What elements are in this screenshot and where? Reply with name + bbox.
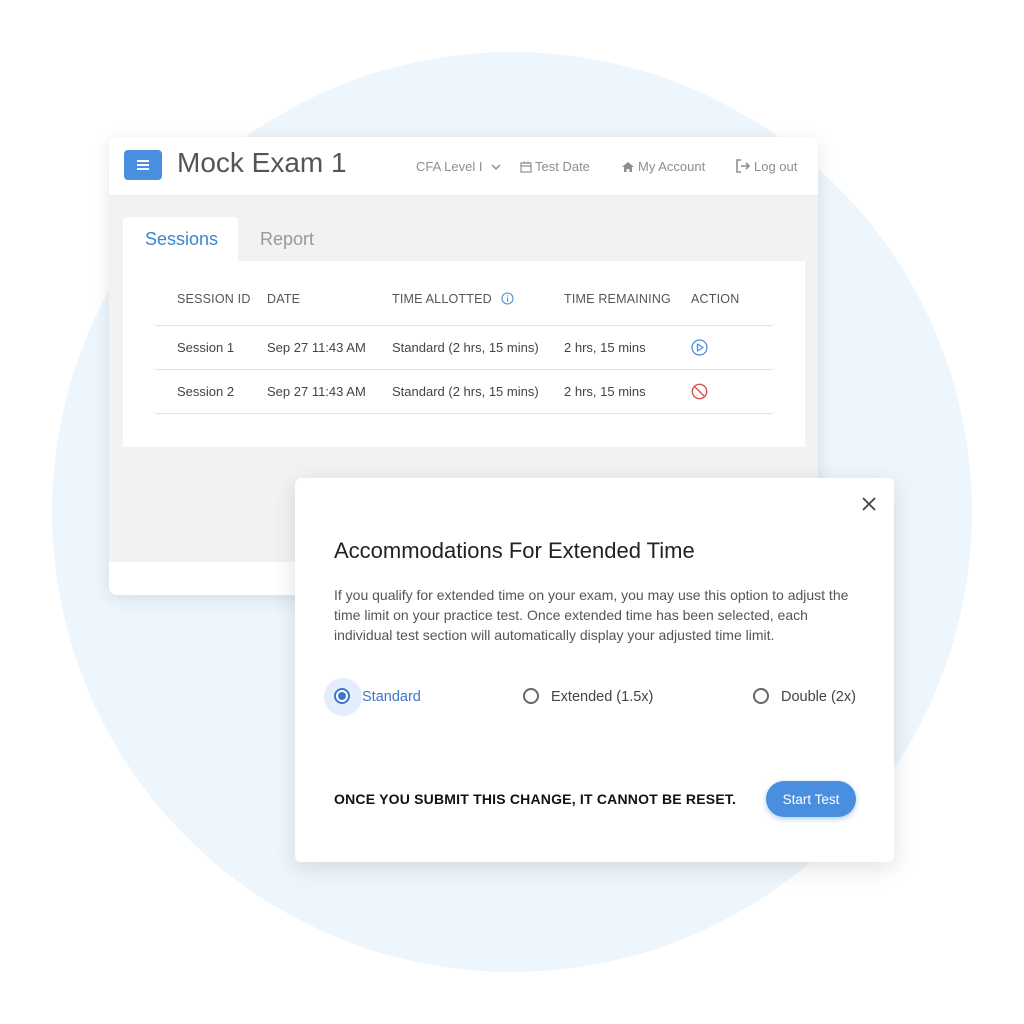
row-divider [155,413,773,414]
play-circle-icon[interactable] [691,339,708,356]
my-account-link[interactable]: My Account [621,159,705,174]
my-account-label: My Account [638,159,706,174]
top-bar: Mock Exam 1 CFA Level I Test Date My Acc… [109,137,818,195]
menu-button[interactable] [124,150,162,180]
chevron-down-icon [491,164,501,171]
column-header: TIME REMAINING [564,292,671,306]
column-header-label: TIME ALLOTTED [392,292,492,306]
column-header-time-allotted: TIME ALLOTTED [392,292,514,306]
start-test-button[interactable]: Start Test [766,781,856,817]
no-entry-icon [691,383,708,400]
radio-button [523,688,539,704]
calendar-icon [520,161,532,173]
radio-label: Extended (1.5x) [551,689,654,705]
modal-description: If you qualify for extended time on your… [334,587,849,643]
logout-label: Log out [754,159,798,174]
time-remaining-cell: 2 hrs, 15 mins [564,384,646,399]
info-icon[interactable] [500,292,514,305]
row-divider [155,325,773,326]
sessions-panel: SESSION ID DATE TIME ALLOTTED TIME REMAI… [123,261,805,447]
tab-sessions[interactable]: Sessions [123,217,238,261]
date-cell: Sep 27 11:43 AM [267,340,366,355]
modal-title: Accommodations For Extended Time [334,538,695,563]
level-dropdown-label: CFA Level I [416,159,483,174]
test-date-link[interactable]: Test Date [520,159,590,174]
radio-label: Double (2x) [781,689,856,705]
column-header: SESSION ID [177,292,251,306]
session-id-cell: Session 1 [177,340,235,355]
radio-label: Standard [362,689,421,705]
column-header: ACTION [691,292,740,306]
column-header: DATE [267,292,301,306]
level-dropdown[interactable]: CFA Level I [416,159,502,174]
time-allotted-cell: Standard (2 hrs, 15 mins) [392,384,539,399]
date-cell: Sep 27 11:43 AM [267,384,366,399]
sessions-card: Sessions Report SESSION ID DATE TIME ALL… [123,217,805,447]
time-remaining-cell: 2 hrs, 15 mins [564,340,646,355]
logout-icon [736,159,751,173]
row-divider [155,369,773,370]
radio-button-checked [334,688,350,704]
reset-warning: ONCE YOU SUBMIT THIS CHANGE, IT CANNOT B… [334,791,737,807]
home-icon [622,162,634,172]
time-allotted-cell: Standard (2 hrs, 15 mins) [392,340,539,355]
tab-report[interactable]: Report [238,217,336,261]
page-title: Mock Exam 1 [177,147,347,178]
logout-link[interactable]: Log out [735,159,797,174]
session-id-cell: Session 2 [177,384,235,399]
extended-time-modal: Accommodations For Extended Time If you … [295,478,894,862]
test-date-label: Test Date [535,159,590,174]
radio-button [753,688,769,704]
close-icon[interactable] [860,495,878,513]
